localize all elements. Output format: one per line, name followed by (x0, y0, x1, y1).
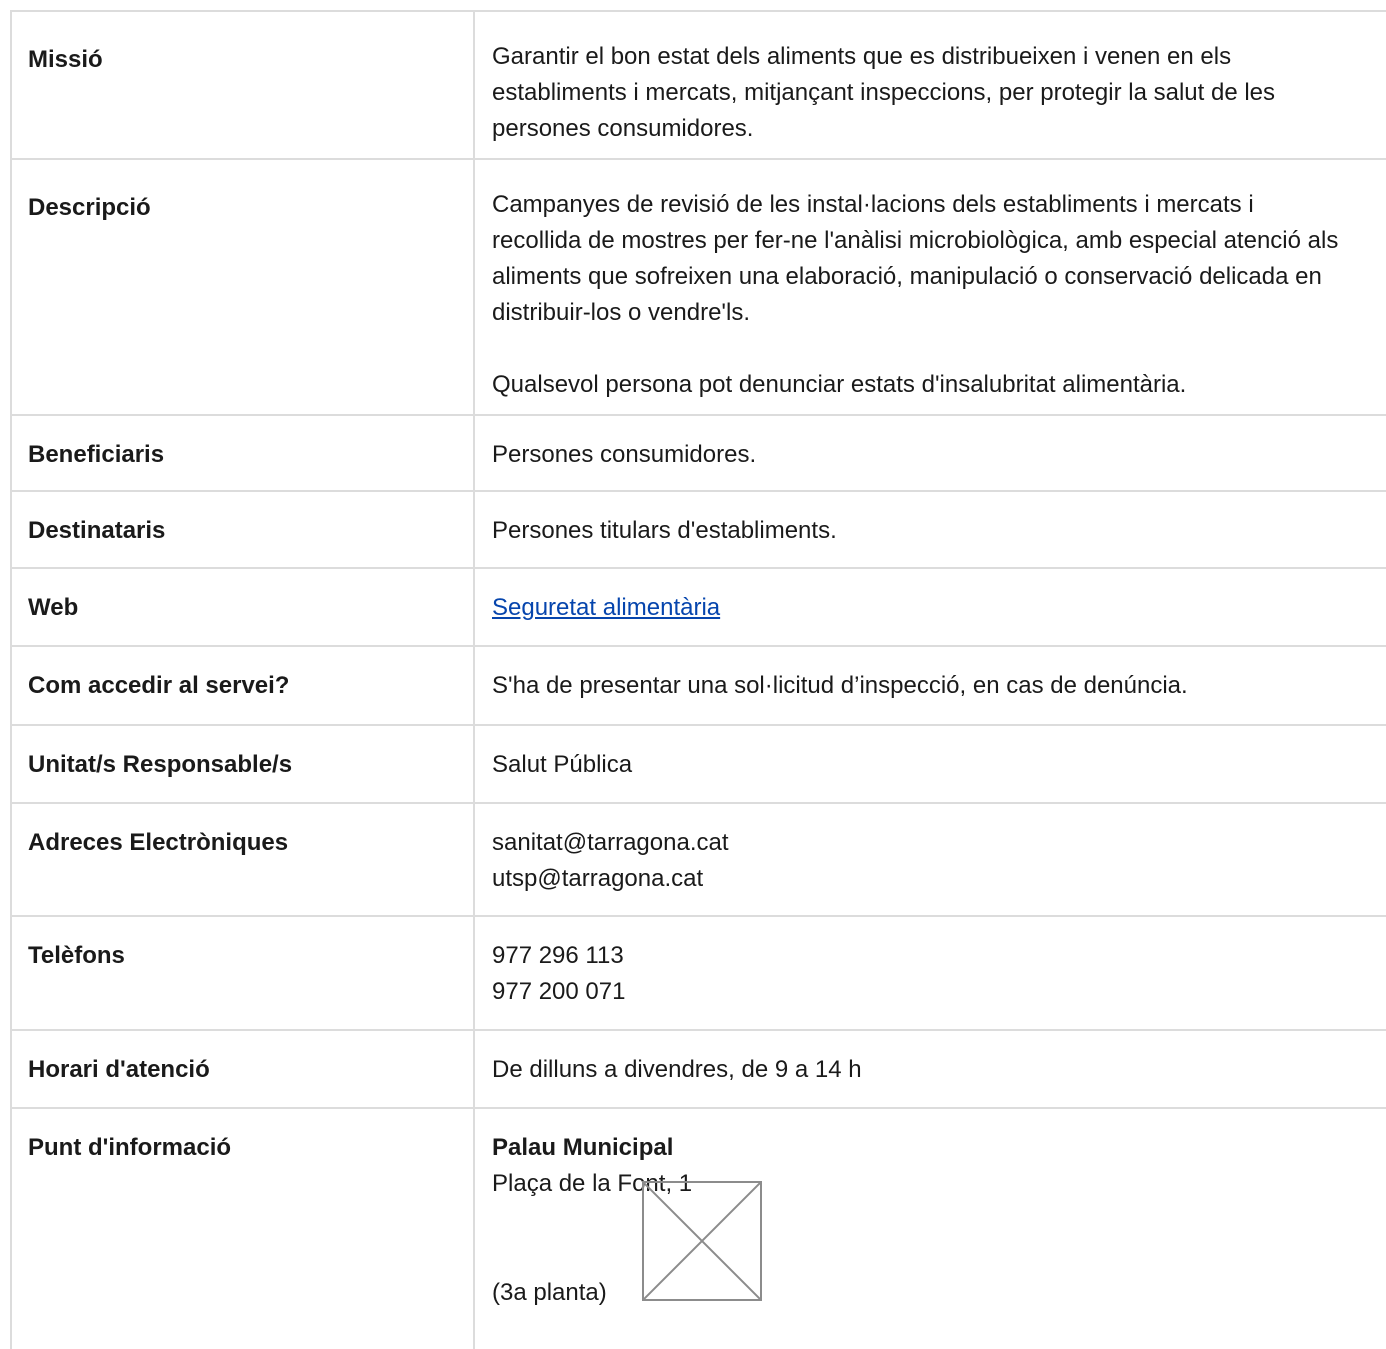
row-value: Campanyes de revisió de les instal·lacio… (475, 160, 1386, 414)
table-row-adreces: Adreces Electròniques sanitat@tarragona.… (12, 804, 1386, 917)
row-label: Descripció (12, 160, 475, 414)
location-title: Palau Municipal (492, 1134, 674, 1161)
beneficiaris-text: Persones consumidores. (492, 441, 757, 468)
row-value: sanitat@tarragona.cat utsp@tarragona.cat (475, 804, 1386, 915)
row-value: Persones titulars d'establiments. (475, 492, 1386, 567)
row-value: Palau Municipal Plaça de la Font, 1 (475, 1109, 1386, 1349)
email-line: utsp@tarragona.cat (492, 865, 704, 892)
location-address: Plaça de la Font, 1 (492, 1170, 693, 1197)
table-row-missio: Missió Garantir el bon estat dels alimen… (12, 12, 1386, 160)
phone-line: 977 296 113 (492, 942, 624, 969)
table-row-unitat-responsable: Unitat/s Responsable/s Salut Pública (12, 726, 1386, 804)
row-value: Seguretat alimentària (475, 569, 1386, 645)
row-label: Com accedir al servei? (12, 647, 475, 724)
row-value: 977 296 113 977 200 071 (475, 917, 1386, 1029)
row-label: Telèfons (12, 917, 475, 1029)
row-label: Web (12, 569, 475, 645)
email-line: sanitat@tarragona.cat (492, 829, 729, 856)
row-label: Beneficiaris (12, 416, 475, 490)
descripcio-paragraph-2: Qualsevol persona pot denunciar estats d… (492, 371, 1187, 398)
table-row-destinataris: Destinataris Persones titulars d'establi… (12, 492, 1386, 569)
broken-image-icon (642, 1181, 762, 1301)
row-label: Unitat/s Responsable/s (12, 726, 475, 802)
row-label: Punt d'informació (12, 1109, 475, 1349)
descripcio-paragraph-1: Campanyes de revisió de les instal·lacio… (492, 191, 1339, 326)
row-label: Missió (12, 12, 475, 158)
row-value: S'ha de presentar una sol·licitud d’insp… (475, 647, 1386, 724)
table-row-beneficiaris: Beneficiaris Persones consumidores. (12, 416, 1386, 492)
service-info-table: Missió Garantir el bon estat dels alimen… (10, 10, 1386, 1349)
row-value: Garantir el bon estat dels aliments que … (475, 12, 1386, 158)
phone-line: 977 200 071 (492, 978, 626, 1005)
row-label: Destinataris (12, 492, 475, 567)
table-row-telefons: Telèfons 977 296 113 977 200 071 (12, 917, 1386, 1031)
row-label: Horari d'atenció (12, 1031, 475, 1107)
horari-text: De dilluns a divendres, de 9 a 14 h (492, 1056, 862, 1083)
table-row-com-accedir: Com accedir al servei? S'ha de presentar… (12, 647, 1386, 726)
table-row-web: Web Seguretat alimentària (12, 569, 1386, 647)
row-value: Salut Pública (475, 726, 1386, 802)
row-value: Persones consumidores. (475, 416, 1386, 490)
unitat-text: Salut Pública (492, 751, 633, 778)
com-accedir-text: S'ha de presentar una sol·licitud d’insp… (492, 672, 1188, 699)
missio-text: Garantir el bon estat dels aliments que … (492, 43, 1276, 142)
seguretat-alimentaria-link[interactable]: Seguretat alimentària (492, 594, 720, 621)
table-row-descripcio: Descripció Campanyes de revisió de les i… (12, 160, 1386, 416)
row-value: De dilluns a divendres, de 9 a 14 h (475, 1031, 1386, 1107)
row-label: Adreces Electròniques (12, 804, 475, 915)
table-row-horari: Horari d'atenció De dilluns a divendres,… (12, 1031, 1386, 1109)
location-floor: (3a planta) (492, 1279, 607, 1306)
destinataris-text: Persones titulars d'establiments. (492, 517, 837, 544)
